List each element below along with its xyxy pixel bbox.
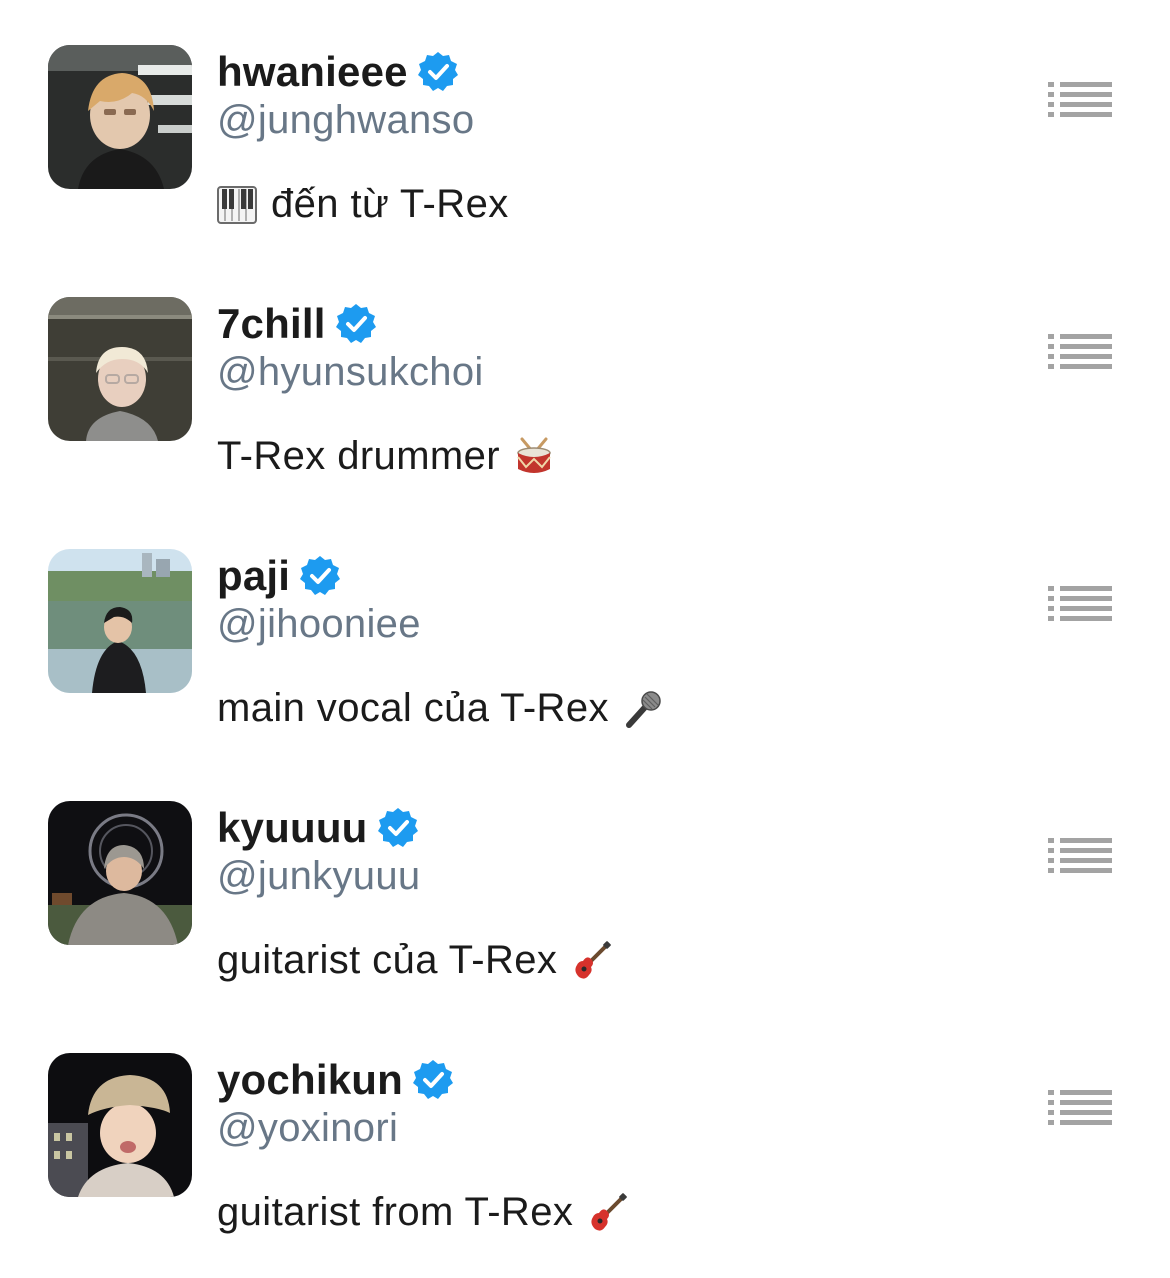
name-line: paji <box>217 548 342 604</box>
avatar[interactable] <box>48 1053 192 1197</box>
handle[interactable]: @junghwanso <box>217 98 474 143</box>
handle[interactable]: @yoxinori <box>217 1106 398 1151</box>
verified-check-icon <box>411 1058 455 1102</box>
bio-text: T-Rex drummer <box>217 434 501 478</box>
account-row[interactable]: hwanieee @junghwanso đến từ T-Rex <box>0 0 1170 252</box>
list-button[interactable] <box>1046 332 1114 372</box>
list-icon <box>1048 586 1112 621</box>
list-button[interactable] <box>1046 836 1114 876</box>
display-name[interactable]: paji <box>217 552 290 600</box>
verified-check-icon <box>334 302 378 346</box>
list-button[interactable] <box>1046 1088 1114 1128</box>
account-row[interactable]: kyuuuu @junkyuuu guitarist của T-Rex <box>0 756 1170 1008</box>
list-icon <box>1048 334 1112 369</box>
piano-emoji <box>217 185 257 225</box>
name-line: kyuuuu <box>217 800 420 856</box>
microphone-emoji <box>623 689 663 729</box>
guitar-emoji <box>587 1192 628 1233</box>
list-button[interactable] <box>1046 80 1114 120</box>
account-row[interactable]: paji @jihooniee main vocal của T-Rex <box>0 504 1170 756</box>
list-icon <box>1048 1090 1112 1125</box>
account-row[interactable]: yochikun @yoxinori guitarist from T-Rex <box>0 1008 1170 1260</box>
avatar[interactable] <box>48 549 192 693</box>
verified-check-icon <box>416 50 460 94</box>
bio-text: guitarist của T-Rex <box>217 938 558 982</box>
list-icon <box>1048 838 1112 873</box>
account-row[interactable]: 7chill @hyunsukchoi T-Rex drummer <box>0 252 1170 504</box>
display-name[interactable]: yochikun <box>217 1056 403 1104</box>
display-name[interactable]: hwanieee <box>217 48 408 96</box>
list-icon <box>1048 82 1112 117</box>
name-line: 7chill <box>217 296 378 352</box>
list-button[interactable] <box>1046 584 1114 624</box>
drum-emoji <box>514 437 554 477</box>
name-line: hwanieee <box>217 44 460 100</box>
bio-text: main vocal của T-Rex <box>217 686 609 730</box>
avatar[interactable] <box>48 297 192 441</box>
display-name[interactable]: kyuuuu <box>217 804 368 852</box>
bio: T-Rex drummer <box>217 434 554 479</box>
verified-check-icon <box>298 554 342 598</box>
name-line: yochikun <box>217 1052 455 1108</box>
bio: main vocal của T-Rex <box>217 686 663 731</box>
bio: đến từ T-Rex <box>217 182 509 227</box>
bio: guitarist của T-Rex <box>217 938 612 983</box>
bio-text: đến từ T-Rex <box>271 182 509 226</box>
bio-text: guitarist from T-Rex <box>217 1190 574 1234</box>
avatar[interactable] <box>48 801 192 945</box>
handle[interactable]: @hyunsukchoi <box>217 350 484 395</box>
handle[interactable]: @jihooniee <box>217 602 421 647</box>
verified-check-icon <box>376 806 420 850</box>
guitar-emoji <box>571 940 612 981</box>
avatar[interactable] <box>48 45 192 189</box>
account-list: hwanieee @junghwanso đến từ T-Rex 7chill… <box>0 0 1170 1278</box>
bio: guitarist from T-Rex <box>217 1190 628 1235</box>
handle[interactable]: @junkyuuu <box>217 854 420 899</box>
display-name[interactable]: 7chill <box>217 300 326 348</box>
